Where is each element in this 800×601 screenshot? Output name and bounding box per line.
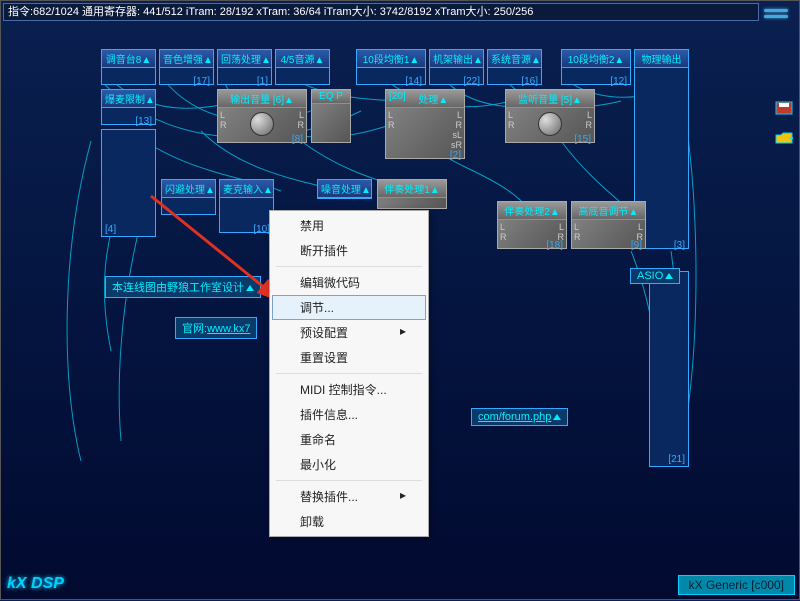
url-label-1[interactable]: 官网:www.kx7 — [175, 317, 257, 339]
node-eq2[interactable]: 10段均衡2▲[12] — [561, 49, 631, 85]
credit-label: 本连线图由野狼工作室设计 — [105, 276, 261, 298]
url-label-2[interactable]: com/forum.php — [471, 408, 568, 426]
menu-separator — [276, 480, 422, 481]
menu-disable[interactable]: 禁用 — [272, 213, 426, 238]
menu-replace[interactable]: 替换插件...▸ — [272, 484, 426, 509]
asio-label[interactable]: ASIO — [630, 268, 680, 284]
node-rackout[interactable]: 机架输出▲[22] — [429, 49, 484, 85]
node-limiter[interactable]: 爆麦限制▲[13] — [101, 89, 156, 125]
node-syssrc[interactable]: 系统音源▲[16] — [487, 49, 542, 85]
node-accomp2[interactable]: 伴奏处理2▲LRLR[18] — [497, 201, 567, 249]
node-proc[interactable]: [20]处理▲LRLRsLsR[2] — [385, 89, 465, 159]
node-45src[interactable]: 4/5音源▲ — [275, 49, 330, 85]
menu-preset[interactable]: 预设配置▸ — [272, 320, 426, 345]
node-eq1[interactable]: 10段均衡1▲[14] — [356, 49, 426, 85]
open-icon[interactable] — [775, 131, 793, 145]
menu-rename[interactable]: 重命名 — [272, 427, 426, 452]
menu-separator — [276, 266, 422, 267]
menu-minimize[interactable]: 最小化 — [272, 452, 426, 477]
node-accomp1[interactable]: 伴奏处理1▲ — [377, 179, 447, 209]
brand-label: kX DSP — [7, 575, 64, 593]
node-noise[interactable]: 噪音处理▲ — [317, 179, 372, 199]
menu-plugininfo[interactable]: 插件信息... — [272, 402, 426, 427]
menu-unload[interactable]: 卸载 — [272, 509, 426, 534]
menu-editcode[interactable]: 编辑微代码 — [272, 270, 426, 295]
node-duck[interactable]: 闪避处理▲ — [161, 179, 216, 215]
menu-midi[interactable]: MIDI 控制指令... — [272, 377, 426, 402]
save-icon[interactable] — [775, 101, 793, 115]
node-bass[interactable]: 高底音调节▲LRLR[9] — [571, 201, 646, 249]
node-mixer[interactable]: 调音台8▲ — [101, 49, 156, 85]
node-left[interactable]: [4] — [101, 129, 156, 237]
menu-reset[interactable]: 重置设置 — [272, 345, 426, 370]
node-monvol[interactable]: 监听音量 [5]▲LRLR[15] — [505, 89, 595, 143]
node-eqp[interactable]: EQ P — [311, 89, 351, 143]
device-label[interactable]: kX Generic [c000] — [678, 575, 795, 595]
node-tone[interactable]: 音色增强▲[17] — [159, 49, 214, 85]
node-reverb[interactable]: 回荡处理▲[1] — [217, 49, 272, 85]
node-rightcol[interactable]: [21] — [649, 271, 689, 467]
knob-icon[interactable] — [538, 112, 562, 136]
node-micin[interactable]: 麦克输入▲[10] — [219, 179, 274, 233]
node-outvol[interactable]: 输出音量 [6]▲LRLR[8] — [217, 89, 307, 143]
knob-icon[interactable] — [250, 112, 274, 136]
window-controls[interactable] — [764, 6, 794, 21]
menu-separator — [276, 373, 422, 374]
menu-disconnect[interactable]: 断开插件 — [272, 238, 426, 263]
status-bar: 指令:682/1024 通用寄存器: 441/512 iTram: 28/192… — [3, 3, 759, 21]
menu-adjust[interactable]: 调节... — [272, 295, 426, 320]
context-menu[interactable]: 禁用 断开插件 编辑微代码 调节... 预设配置▸ 重置设置 MIDI 控制指令… — [269, 210, 429, 537]
